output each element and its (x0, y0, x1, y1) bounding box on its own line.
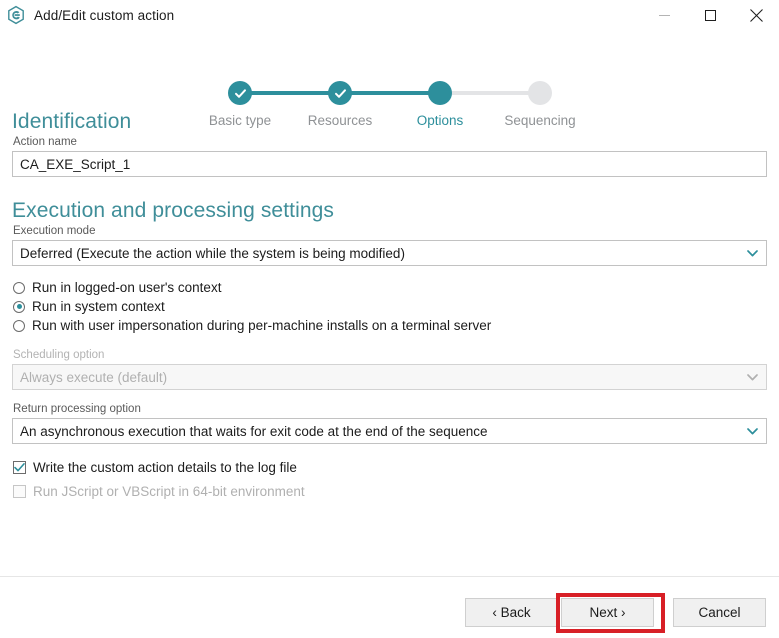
radio-user-impersonation-label: Run with user impersonation during per-m… (32, 318, 492, 333)
cancel-button[interactable]: Cancel (673, 598, 766, 627)
checkbox-write-log-file[interactable]: Write the custom action details to the l… (13, 457, 779, 477)
window-title: Add/Edit custom action (34, 7, 175, 23)
execution-mode-value: Deferred (Execute the action while the s… (20, 245, 405, 261)
action-name-label: Action name (13, 136, 77, 148)
close-icon (749, 8, 763, 22)
chevron-down-icon (747, 419, 758, 443)
step-options-dot (428, 81, 452, 105)
close-button[interactable] (733, 0, 779, 30)
check-icon (14, 462, 25, 471)
next-button[interactable]: Next › (561, 598, 654, 627)
action-name-value: CA_EXE_Script_1 (20, 156, 131, 172)
step-basic-type-dot (228, 81, 252, 105)
checkbox-icon-checked (13, 460, 26, 474)
return-processing-option-dropdown[interactable]: An asynchronous execution that waits for… (12, 418, 767, 444)
scheduling-option-dropdown[interactable]: Always execute (default) (12, 364, 767, 390)
context-radio-group: Run in logged-on user's context Run in s… (0, 278, 779, 335)
execution-mode-dropdown[interactable]: Deferred (Execute the action while the s… (12, 240, 767, 266)
checkbox-write-log-file-label: Write the custom action details to the l… (33, 459, 297, 475)
radio-user-impersonation[interactable]: Run with user impersonation during per-m… (13, 316, 779, 335)
wizard-stepper: Basic type Resources Options Sequencing (0, 42, 779, 128)
radio-icon-selected (13, 300, 25, 313)
step-sequencing-dot (528, 81, 552, 105)
radio-logged-on-user-context[interactable]: Run in logged-on user's context (13, 278, 779, 297)
minimize-icon (658, 14, 670, 16)
radio-system-context[interactable]: Run in system context (13, 297, 779, 316)
checkbox-run-script-64bit[interactable]: Run JScript or VBScript in 64-bit enviro… (13, 481, 779, 501)
step-resources-dot (328, 81, 352, 105)
maximize-button[interactable] (687, 0, 733, 30)
minimize-button[interactable] (641, 0, 687, 30)
checkbox-group: Write the custom action details to the l… (0, 457, 779, 501)
maximize-icon (704, 9, 716, 21)
return-processing-option-value: An asynchronous execution that waits for… (20, 423, 488, 439)
chevron-down-icon (747, 241, 758, 265)
action-name-input[interactable]: CA_EXE_Script_1 (12, 151, 767, 177)
hexagon-app-icon (6, 5, 26, 25)
return-processing-option-label: Return processing option (13, 403, 141, 415)
execution-mode-label: Execution mode (13, 225, 96, 237)
check-icon (234, 88, 246, 98)
footer-bar (0, 576, 779, 638)
checkbox-run-script-64bit-label: Run JScript or VBScript in 64-bit enviro… (33, 483, 305, 499)
radio-logged-on-user-context-label: Run in logged-on user's context (32, 280, 222, 295)
radio-icon (13, 281, 25, 294)
checkbox-icon-unchecked (13, 484, 26, 498)
radio-icon (13, 319, 25, 332)
back-button[interactable]: ‹ Back (465, 598, 558, 627)
scheduling-option-value: Always execute (default) (20, 369, 168, 385)
form-content: Identification Action name CA_EXE_Script… (0, 110, 779, 501)
execution-settings-heading: Execution and processing settings (12, 199, 334, 222)
radio-system-context-label: Run in system context (32, 299, 165, 314)
chevron-down-icon (747, 365, 758, 389)
scheduling-option-label: Scheduling option (13, 349, 105, 361)
check-icon (334, 88, 346, 98)
window-controls (641, 0, 779, 30)
title-bar: Add/Edit custom action (0, 0, 779, 30)
identification-heading: Identification (12, 110, 132, 133)
